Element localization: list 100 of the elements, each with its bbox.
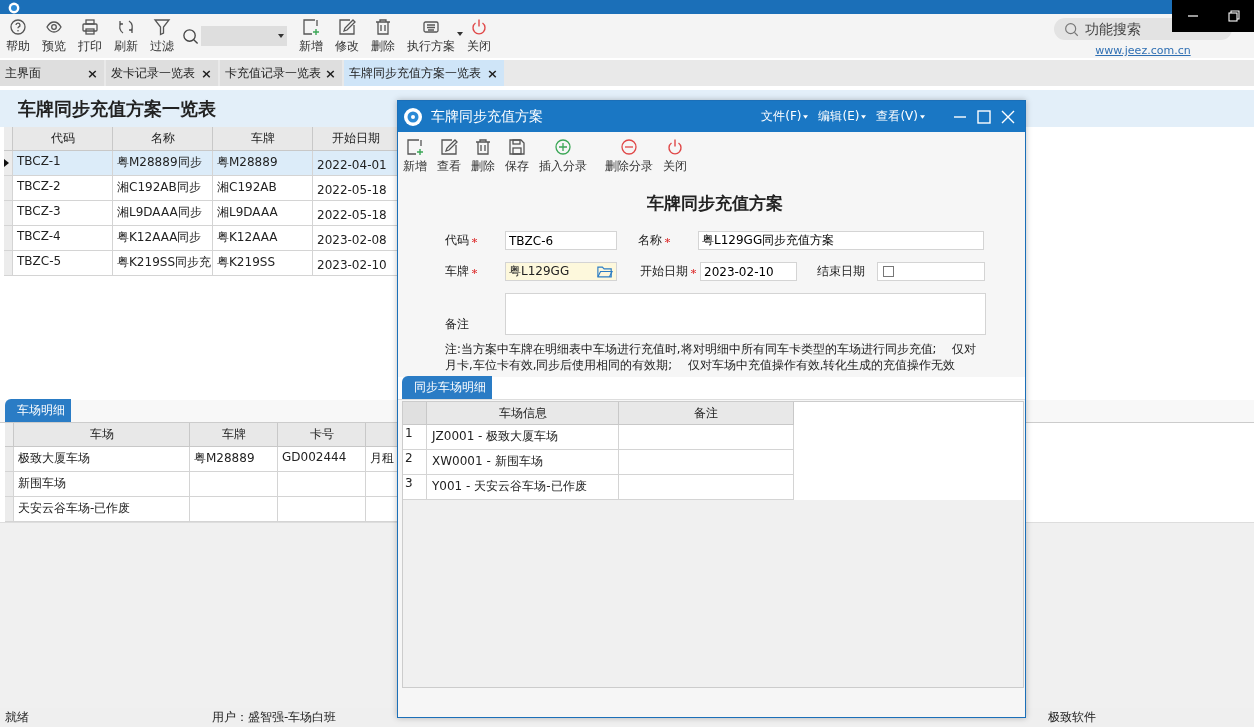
menu-item[interactable]: 编辑(E) — [818, 108, 867, 125]
printer-icon — [81, 17, 99, 36]
row-header-cell — [4, 201, 13, 226]
menu-item[interactable]: 文件(F) — [761, 108, 809, 125]
field-label: 结束日期 — [817, 263, 866, 280]
input-field[interactable]: TBZC-6 — [505, 231, 617, 250]
app-logo-icon — [403, 106, 423, 127]
toolbar-button[interactable]: 打印 — [74, 17, 106, 55]
table-row[interactable]: TBCZ-3 湘L9DAAA同步 湘L9DAAA 2022-05-18 — [4, 201, 399, 226]
row-header-cell — [5, 447, 14, 472]
field-label: 名称 — [638, 232, 698, 249]
tab[interactable]: 卡充值记录一览表 × — [220, 60, 342, 86]
page-title: 车牌同步充值方案一览表 — [18, 96, 216, 121]
row-number: 3 — [403, 475, 427, 500]
toolbar-button[interactable]: 帮助 — [2, 17, 34, 55]
status-text: 用户：盛智强-车场白班 — [212, 709, 337, 726]
table-cell: Y001 - 天安云谷车场-已作废 — [427, 475, 619, 500]
dialog-title: 车牌同步充值方案 — [431, 107, 543, 126]
toolbar-button[interactable]: 关闭 — [660, 137, 690, 175]
row-header-cell — [4, 251, 13, 276]
row-pointer-icon — [4, 159, 9, 167]
remark-field[interactable] — [505, 293, 986, 335]
toolbar-button[interactable]: 刷新 — [110, 17, 142, 55]
required-icon — [472, 238, 477, 243]
minus-circle-icon — [620, 137, 638, 156]
caret-icon — [920, 114, 925, 119]
help-icon — [9, 17, 27, 36]
table-row[interactable]: TBCZ-1 粤M28889同步 粤M28889 2022-04-01 — [4, 151, 399, 176]
column-header: 名称 — [113, 127, 213, 151]
table-cell: TBZC-5 — [13, 251, 113, 276]
toolbar-button[interactable]: 关闭 — [463, 17, 495, 55]
column-header: 车场信息 — [427, 402, 619, 425]
row-header-cell — [4, 176, 13, 201]
power-icon — [470, 17, 488, 36]
trash-icon — [474, 137, 492, 156]
required-icon — [665, 238, 670, 243]
table-row[interactable]: TBCZ-2 湘C192AB同步 湘C192AB 2022-05-18 — [4, 176, 399, 201]
caret-icon — [457, 31, 463, 36]
toolbar-button[interactable]: 修改 — [331, 17, 363, 55]
menu-item[interactable]: 查看(V) — [876, 108, 925, 125]
required-icon — [691, 269, 696, 274]
caret-icon — [803, 114, 809, 119]
edit-icon — [338, 17, 356, 36]
trash-icon — [374, 17, 392, 36]
checkbox[interactable] — [883, 266, 894, 277]
toolbar-button[interactable]: 预览 — [38, 17, 70, 55]
toolbar-button[interactable]: 过滤 — [146, 17, 178, 55]
folder-icon — [597, 265, 613, 278]
tab[interactable]: 发卡记录一览表 × — [106, 60, 218, 86]
toolbar-button[interactable]: 删除 — [367, 17, 399, 55]
row-header-cell — [4, 127, 13, 151]
table-row[interactable]: TBZC-5 粤K219SS同步充 粤K219SS 2023-02-10 — [4, 251, 399, 276]
close-tab-button[interactable]: × — [87, 65, 98, 81]
tab[interactable]: 车牌同步充值方案一览表 × — [344, 60, 504, 86]
status-text: 极致软件 — [1048, 709, 1096, 726]
filter-icon — [153, 17, 171, 36]
plate-field[interactable]: 粤L129GG — [505, 262, 617, 281]
add-document-icon — [302, 17, 320, 36]
input-field[interactable]: 2023-02-10 — [700, 262, 797, 281]
required-icon — [472, 269, 477, 274]
row-header-cell — [5, 472, 14, 497]
status-text: 就绪 — [5, 709, 29, 726]
column-header: 车场 — [14, 423, 190, 447]
form-title: 车牌同步充值方案 — [646, 192, 784, 215]
close-tab-button[interactable]: × — [487, 65, 498, 81]
table-cell: 粤K219SS — [213, 251, 313, 276]
power-icon — [666, 137, 684, 156]
detail-tab[interactable]: 车场明细 — [5, 399, 71, 422]
field-label: 开始日期 — [640, 263, 700, 280]
toolbar-button[interactable]: 删除分录 — [602, 137, 656, 175]
toolbar-button[interactable]: 新增 — [295, 17, 327, 55]
row-header-cell — [4, 226, 13, 251]
close-tab-button[interactable]: × — [325, 65, 336, 81]
restore-icon[interactable] — [1227, 10, 1240, 22]
add-document-icon — [406, 137, 424, 156]
tab[interactable]: 主界面 × — [0, 60, 104, 86]
toolbar-button[interactable]: 插入分录 — [536, 137, 590, 175]
close-tab-button[interactable]: × — [201, 65, 212, 81]
toolbar-button[interactable]: 新增 — [400, 137, 430, 175]
date-field[interactable] — [877, 262, 985, 281]
maximize-icon[interactable] — [977, 109, 991, 124]
field-label: 车牌 — [445, 263, 505, 280]
toolbar-button[interactable]: 保存 — [502, 137, 532, 175]
field-label: 代码 — [445, 232, 505, 249]
column-header: 车牌 — [213, 127, 313, 151]
toolbar-button[interactable]: 删除 — [468, 137, 498, 175]
edit-icon — [440, 137, 458, 156]
website-link[interactable]: www.jeez.com.cn — [1095, 44, 1191, 57]
column-header: 开始日期 — [313, 127, 399, 151]
detail-tab[interactable]: 同步车场明细 — [402, 376, 492, 399]
column-header: 代码 — [13, 127, 113, 151]
search-icon — [1064, 22, 1079, 37]
toolbar-button[interactable]: 查看 — [434, 137, 464, 175]
close-icon[interactable] — [1001, 109, 1015, 124]
table-cell: 粤K219SS同步充 — [113, 251, 213, 276]
column-header: 车牌 — [190, 423, 278, 447]
toolbar-button[interactable]: 执行方案 — [403, 17, 459, 55]
plus-circle-icon — [554, 137, 572, 156]
input-field[interactable]: 粤L129GG同步充值方案 — [698, 231, 984, 250]
table-row[interactable]: TBCZ-4 粤K12AAA同步 粤K12AAA 2023-02-08 — [4, 226, 399, 251]
